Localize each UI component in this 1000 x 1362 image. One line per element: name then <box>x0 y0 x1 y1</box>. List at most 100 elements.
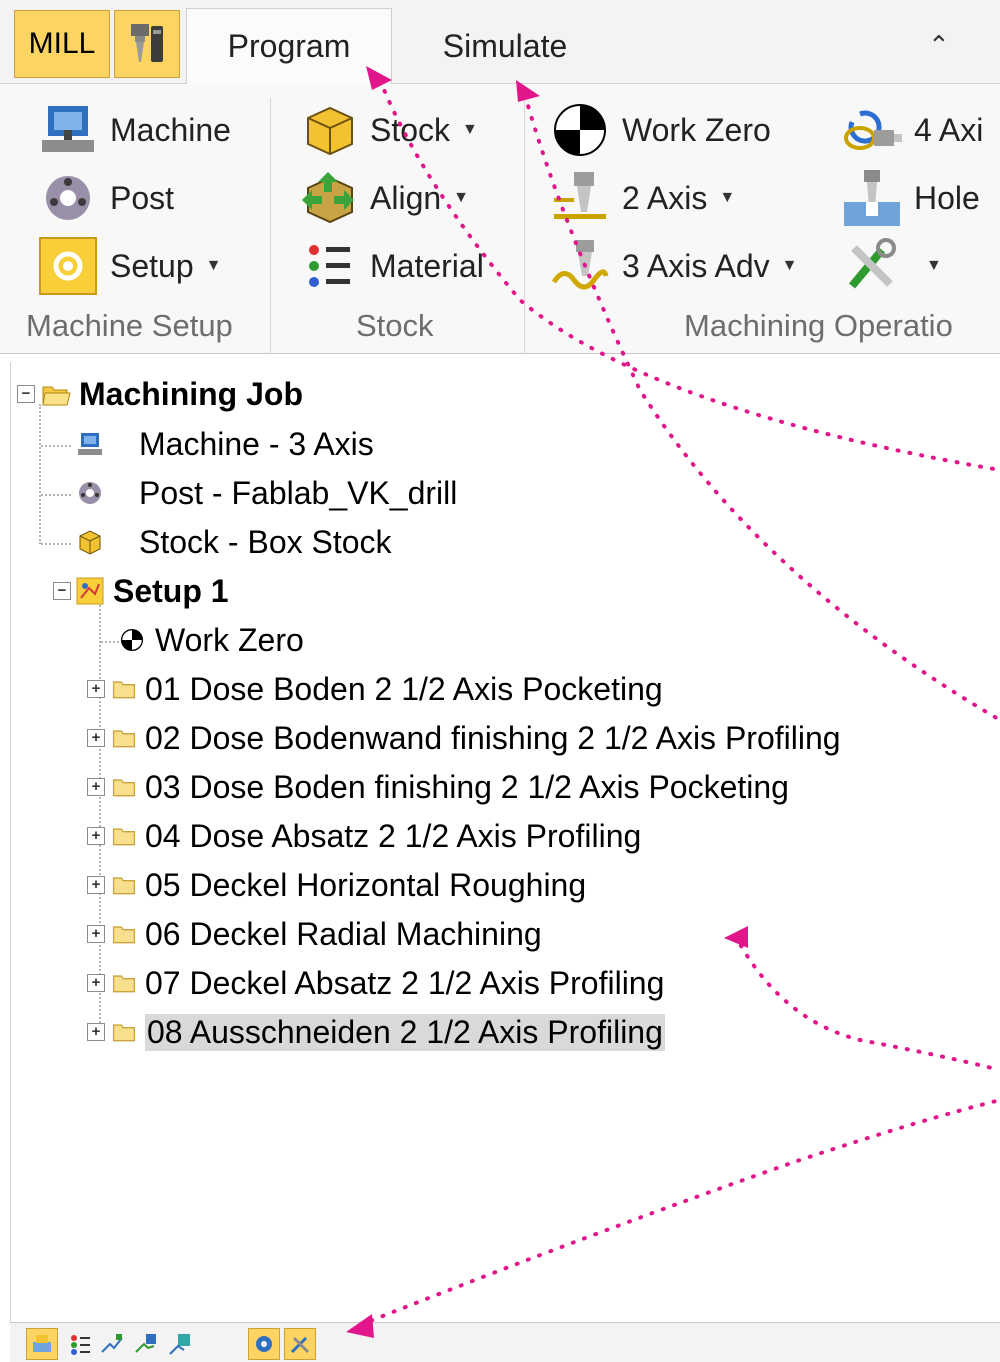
expand-toggle[interactable]: + <box>87 680 105 698</box>
tree-label: 05 Deckel Horizontal Roughing <box>145 866 587 903</box>
tools-dropdown-icon[interactable]: ▼ <box>926 257 942 275</box>
tree-item-operation[interactable]: + 05 Deckel Horizontal Roughing <box>87 861 586 909</box>
machine-setup-view-icon[interactable] <box>248 1328 280 1360</box>
tree-item-operation-selected[interactable]: + 08 Ausschneiden 2 1/2 Axis Profiling <box>87 1008 665 1056</box>
expand-toggle[interactable]: + <box>87 876 105 894</box>
post-label: Post <box>110 179 175 216</box>
collapse-ribbon-icon[interactable]: ⌃ <box>928 30 950 61</box>
stock-button[interactable]: Stock ▼ <box>298 100 478 160</box>
3-axis-adv-dropdown-icon[interactable]: ▼ <box>782 257 798 275</box>
machine-icon <box>78 433 102 455</box>
folder-icon <box>112 828 136 846</box>
post-button[interactable]: Post <box>38 168 174 228</box>
expand-toggle[interactable]: + <box>87 827 105 845</box>
tree-label: Setup 1 <box>113 572 229 609</box>
tools-wrench-icon <box>848 238 896 289</box>
toolpath-view-icon[interactable] <box>96 1328 128 1360</box>
tree-item-machine[interactable]: Machine - 3 Axis <box>75 420 374 468</box>
folder-icon <box>112 779 136 797</box>
collapse-toggle[interactable]: − <box>53 582 71 600</box>
expand-toggle[interactable]: + <box>87 778 105 796</box>
tree-label: 01 Dose Boden 2 1/2 Axis Pocketing <box>145 670 663 707</box>
post-icon <box>79 482 101 504</box>
material-list-icon <box>309 245 350 287</box>
tree-item-operation[interactable]: + 01 Dose Boden 2 1/2 Axis Pocketing <box>87 665 663 713</box>
material-button[interactable]: Material <box>298 236 484 296</box>
collapse-toggle[interactable]: − <box>17 385 35 403</box>
simulation-view-icon[interactable] <box>164 1328 196 1360</box>
tree-item-operation[interactable]: + 06 Deckel Radial Machining <box>87 910 542 958</box>
tree-item-operation[interactable]: + 02 Dose Bodenwand finishing 2 1/2 Axis… <box>87 714 841 762</box>
hole-label: Hole <box>914 179 980 216</box>
ribbon-panel: Machine Post Setup ▼ Machine Setup Stock… <box>0 84 1000 354</box>
stock-box-icon <box>307 106 353 156</box>
tree-item-operation[interactable]: + 04 Dose Absatz 2 1/2 Axis Profiling <box>87 812 641 860</box>
hole-drill-icon <box>844 170 900 226</box>
2-axis-tool-icon <box>554 172 606 219</box>
stock-box-icon <box>79 530 101 555</box>
tree-item-work-zero[interactable]: Work Zero <box>119 616 304 664</box>
setup-button[interactable]: Setup ▼ <box>38 236 221 296</box>
tree-item-stock[interactable]: Stock - Box Stock <box>75 518 392 566</box>
tree-connector <box>41 445 71 447</box>
align-button[interactable]: Align ▼ <box>298 168 469 228</box>
tree-connector <box>39 404 41 544</box>
tree-connector <box>41 494 71 496</box>
setup-label: Setup <box>110 247 194 284</box>
2-axis-button[interactable]: 2 Axis ▼ <box>550 168 735 228</box>
setup-icon <box>76 577 104 605</box>
folder-icon <box>112 877 136 895</box>
align-icon <box>302 172 354 224</box>
tab-simulate[interactable]: Simulate <box>405 8 605 84</box>
tree-label: Stock - Box Stock <box>139 523 392 560</box>
2-axis-dropdown-icon[interactable]: ▼ <box>719 189 735 207</box>
3-axis-adv-button[interactable]: 3 Axis Adv ▼ <box>550 236 797 296</box>
group-divider <box>524 98 525 354</box>
tree-label: 06 Deckel Radial Machining <box>145 915 542 952</box>
tree-item-machining-job[interactable]: − Machining Job <box>17 370 303 418</box>
expand-toggle[interactable]: + <box>87 729 105 747</box>
machine-button[interactable]: Machine <box>38 100 231 160</box>
job-tree-view-icon[interactable] <box>26 1328 58 1360</box>
tool-mode-button[interactable] <box>114 10 180 78</box>
setup-dropdown-icon[interactable]: ▼ <box>206 257 222 275</box>
tree-label: 02 Dose Bodenwand finishing 2 1/2 Axis P… <box>145 719 841 756</box>
cutting-tools-view-icon[interactable] <box>284 1328 316 1360</box>
mill-mode-button[interactable]: MILL <box>14 10 110 78</box>
tool-library-icon[interactable] <box>130 1328 162 1360</box>
stock-label: Stock <box>370 111 451 148</box>
work-zero-button[interactable]: Work Zero <box>550 100 771 160</box>
browser-toolbar <box>10 1322 1000 1362</box>
group-label-stock: Stock <box>356 308 434 343</box>
folder-icon <box>112 926 136 944</box>
tree-label: Machining Job <box>79 375 303 412</box>
4-axis-button[interactable]: 4 Axi <box>842 100 983 160</box>
tree-connector <box>101 641 119 643</box>
hole-button[interactable]: Hole <box>842 168 980 228</box>
2-axis-label: 2 Axis <box>622 179 708 216</box>
group-label-machining-operations: Machining Operatio <box>684 308 953 343</box>
align-dropdown-icon[interactable]: ▼ <box>453 189 469 207</box>
stock-dropdown-icon[interactable]: ▼ <box>462 121 478 139</box>
operations-list-icon[interactable] <box>64 1328 96 1360</box>
tools-button[interactable]: ▼ <box>842 236 942 296</box>
tree-item-post[interactable]: Post - Fablab_VK_drill <box>75 469 457 517</box>
expand-toggle[interactable]: + <box>87 1023 105 1041</box>
tree-item-setup[interactable]: − Setup 1 <box>53 567 229 615</box>
tree-item-operation[interactable]: + 07 Deckel Absatz 2 1/2 Axis Profiling <box>87 959 664 1007</box>
group-label-machine-setup: Machine Setup <box>26 308 233 343</box>
folder-icon <box>112 681 136 699</box>
tree-item-operation[interactable]: + 03 Dose Boden finishing 2 1/2 Axis Poc… <box>87 763 789 811</box>
folder-icon <box>112 975 136 993</box>
tree-label: Work Zero <box>155 621 304 658</box>
tab-simulate-label: Simulate <box>442 27 568 64</box>
expand-toggle[interactable]: + <box>87 925 105 943</box>
tab-program[interactable]: Program <box>186 8 392 84</box>
mill-mode-label: MILL <box>28 27 96 60</box>
align-label: Align <box>370 179 442 216</box>
tree-label: 04 Dose Absatz 2 1/2 Axis Profiling <box>145 817 642 854</box>
job-tree: − Machining Job Machine - 3 Axis Post - … <box>10 362 1000 1322</box>
4-axis-label: 4 Axi <box>914 111 984 148</box>
tab-program-label: Program <box>227 28 351 64</box>
expand-toggle[interactable]: + <box>87 974 105 992</box>
